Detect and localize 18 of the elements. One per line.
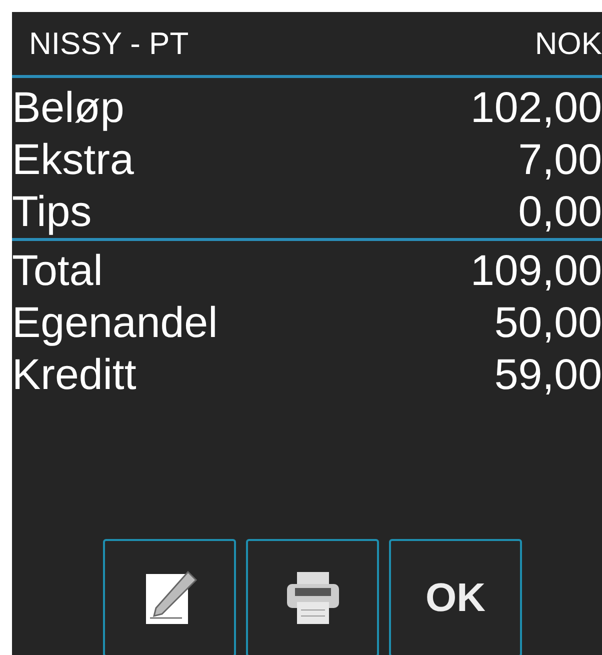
amount-label: Egenandel [12, 298, 218, 348]
amount-value: 59,00 [494, 350, 602, 400]
amount-value: 109,00 [470, 246, 602, 296]
amount-value: 50,00 [494, 298, 602, 348]
currency-label: NOK [534, 26, 602, 62]
amount-value: 0,00 [518, 188, 602, 236]
ok-button[interactable]: OK [389, 539, 522, 655]
amount-value: 7,00 [518, 136, 602, 184]
amount-value: 102,00 [470, 84, 602, 132]
amount-label: Kreditt [12, 350, 136, 400]
printer-icon [284, 570, 340, 626]
amount-label: Tips [12, 188, 92, 236]
title: NISSY - PT [29, 26, 189, 62]
amount-label: Total [12, 246, 103, 296]
print-button[interactable] [246, 539, 379, 655]
amount-label: Ekstra [12, 136, 134, 184]
amount-label: Beløp [12, 84, 124, 132]
edit-button[interactable] [103, 539, 236, 655]
